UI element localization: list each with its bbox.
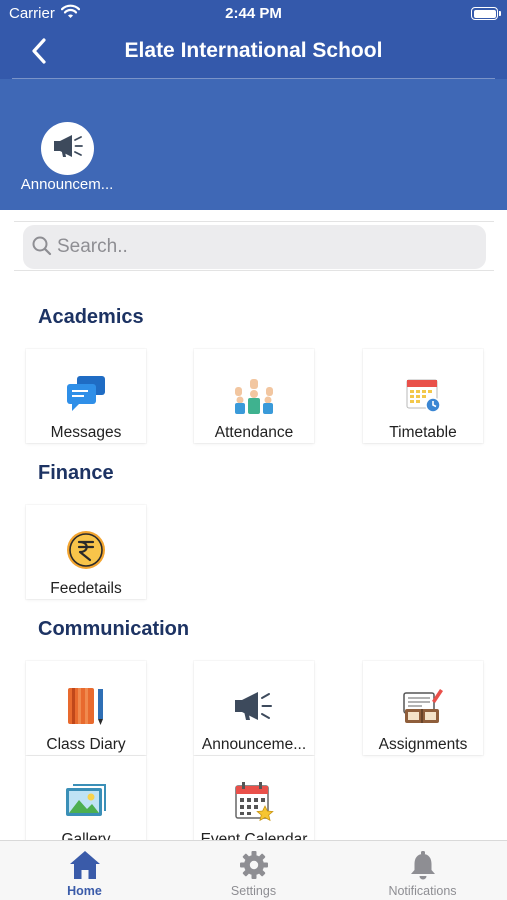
quick-access-announcements[interactable]: Announcem... — [14, 122, 120, 198]
status-time: 2:44 PM — [225, 5, 282, 22]
chat-bubbles-icon — [65, 373, 107, 415]
gear-icon — [237, 848, 271, 882]
tab-label: Home — [67, 884, 102, 898]
tab-settings[interactable]: Settings — [169, 841, 338, 900]
header-divider — [12, 78, 495, 79]
books-pencil-icon — [402, 685, 444, 727]
menu-card-label: Timetable — [389, 424, 457, 441]
search-bar — [14, 221, 494, 271]
section-title-academics: Academics — [38, 306, 144, 328]
menu-card-label: Event Calendar — [200, 831, 308, 840]
notebook-pen-icon — [65, 685, 107, 727]
tab-bar: Home Settings Notifications — [0, 840, 507, 900]
tab-notifications[interactable]: Notifications — [338, 841, 507, 900]
menu-card-event-calendar[interactable]: Event Calendar — [194, 756, 314, 840]
menu-card-label: Feedetails — [50, 580, 122, 597]
menu-grid: Academics Messages Attendance Timetable … — [0, 272, 507, 840]
menu-card-feedetails[interactable]: Feedetails — [26, 505, 146, 599]
search-box[interactable] — [23, 225, 486, 269]
menu-card-label: Gallery — [61, 831, 111, 840]
menu-card-class-diary[interactable]: Class Diary — [26, 661, 146, 755]
menu-card-label: Announceme... — [201, 736, 307, 753]
menu-card-label: Class Diary — [46, 736, 126, 753]
section-title-finance: Finance — [38, 462, 114, 484]
menu-card-announcements[interactable]: Announceme... — [194, 661, 314, 755]
tab-label: Settings — [230, 884, 277, 898]
bell-icon — [406, 848, 440, 882]
calendar-clock-icon — [402, 373, 444, 415]
megaphone-icon — [233, 685, 275, 727]
navigation-bar: Elate International School — [0, 28, 507, 78]
header-panel: Carrier 2:44 PM Elate International Scho… — [0, 0, 507, 210]
menu-card-attendance[interactable]: Attendance — [194, 349, 314, 443]
home-icon — [68, 848, 102, 882]
section-title-communication: Communication — [38, 618, 190, 640]
calendar-star-icon — [233, 780, 275, 822]
megaphone-icon — [52, 133, 84, 164]
quick-access-icon-circle — [41, 122, 94, 175]
menu-card-assignments[interactable]: Assignments — [363, 661, 483, 755]
menu-card-timetable[interactable]: Timetable — [363, 349, 483, 443]
rupee-coin-icon — [65, 529, 107, 571]
search-icon — [32, 236, 52, 261]
page-title: Elate International School — [124, 39, 383, 62]
search-input[interactable] — [57, 225, 477, 269]
tab-label: Notifications — [388, 884, 457, 898]
menu-card-label: Attendance — [214, 424, 294, 441]
battery-icon — [471, 7, 501, 20]
landscape-picture-icon — [65, 780, 107, 822]
raised-hands-icon — [233, 373, 275, 415]
quick-access-label: Announcem... — [20, 176, 114, 193]
menu-card-label: Assignments — [378, 736, 468, 753]
menu-card-messages[interactable]: Messages — [26, 349, 146, 443]
status-bar: Carrier 2:44 PM — [0, 0, 507, 28]
menu-card-label: Messages — [50, 424, 122, 441]
tab-home[interactable]: Home — [0, 841, 169, 900]
menu-card-gallery[interactable]: Gallery — [26, 756, 146, 840]
